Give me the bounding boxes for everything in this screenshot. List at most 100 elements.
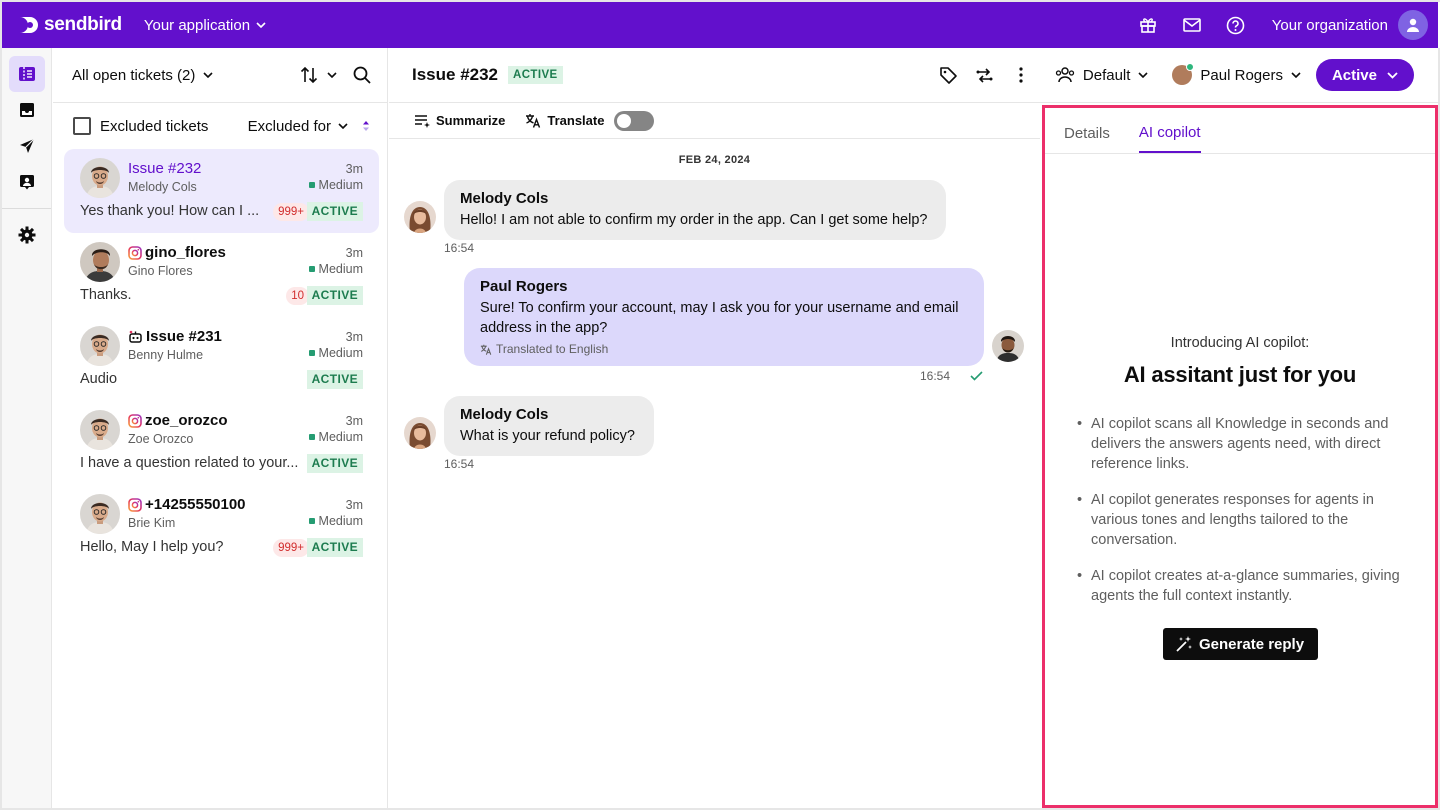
- ticket-title-text: Issue #231: [146, 328, 222, 345]
- ticket-last-message: I have a question related to your...: [80, 455, 299, 471]
- feature-text: AI copilot generates responses for agent…: [1091, 492, 1374, 548]
- tab-details[interactable]: Details: [1064, 125, 1110, 153]
- gift-icon[interactable]: [1126, 2, 1170, 48]
- team-group-dropdown[interactable]: Default: [1055, 66, 1149, 84]
- translation-label: Translated to English: [496, 342, 609, 356]
- message-text: Hello! I am not able to confirm my order…: [460, 212, 928, 228]
- feature-item: • AI copilot scans all Knowledge in secon…: [1077, 414, 1407, 474]
- ticket-filter-label: All open tickets (2): [72, 66, 196, 84]
- feature-item: • AI copilot creates at-a-glance summarie…: [1077, 566, 1407, 606]
- ticket-item[interactable]: Issue #231 Benny Hulme 3m Medium Audio A…: [64, 317, 379, 401]
- panel-tabs: Details AI copilot: [1045, 108, 1435, 154]
- conversation-panel: Issue #232 ACTIVE Default Paul Rogers Ac…: [389, 48, 1438, 808]
- instagram-icon: [128, 245, 142, 260]
- ticket-status-button[interactable]: Active: [1315, 59, 1414, 91]
- status-badge: ACTIVE: [508, 66, 563, 84]
- sort-button[interactable]: [300, 66, 337, 84]
- ticket-item[interactable]: Issue #232 Melody Cols 3m Medium Yes tha…: [64, 149, 379, 233]
- status-badge: ACTIVE: [306, 538, 363, 557]
- message-sender: Paul Rogers: [480, 278, 968, 295]
- ticket-item[interactable]: +14255550100 Brie Kim 3m Medium Hello, M…: [64, 485, 379, 569]
- delivered-check-icon: [970, 371, 983, 381]
- avatar: [80, 494, 120, 534]
- ticket-last-message: Thanks.: [80, 287, 132, 303]
- ticket-title-text: zoe_orozco: [145, 412, 228, 429]
- intro-kicker: Introducing AI copilot:: [1170, 335, 1310, 351]
- team-icon: [1055, 66, 1075, 84]
- translate-icon: [480, 344, 492, 355]
- ticket-filter-dropdown[interactable]: All open tickets (2): [72, 67, 213, 84]
- tab-ai-copilot[interactable]: AI copilot: [1138, 124, 1201, 153]
- message-time: 16:54: [444, 457, 475, 471]
- date-separator: FEB 24, 2024: [678, 154, 751, 166]
- conversation-toolbar: Summarize Translate: [389, 103, 1040, 139]
- inbox-icon[interactable]: [9, 92, 45, 128]
- status-badge: ACTIVE: [306, 202, 363, 221]
- priority-dot: [308, 182, 315, 188]
- feature-list: • AI copilot scans all Knowledge in secon…: [1077, 414, 1407, 622]
- chevron-down-icon: [1138, 72, 1148, 78]
- top-bar: sendbird Your application Your organizat…: [2, 2, 1438, 48]
- avatar: [404, 417, 436, 449]
- send-icon[interactable]: [9, 128, 45, 164]
- ticket-priority-label: Medium: [318, 346, 363, 360]
- priority-dot: [308, 518, 315, 524]
- generate-reply-button[interactable]: Generate reply: [1163, 628, 1319, 660]
- ticket-list-tools: [300, 66, 371, 84]
- translate-button[interactable]: Translate: [525, 113, 604, 128]
- ai-copilot-panel: Details AI copilot Introducing AI copilo…: [1042, 105, 1438, 808]
- excluded-tickets-checkbox[interactable]: [73, 117, 91, 135]
- translate-toggle[interactable]: [614, 110, 655, 131]
- search-icon[interactable]: [353, 66, 371, 84]
- tickets-icon[interactable]: [9, 56, 45, 92]
- ticket-item[interactable]: zoe_orozco Zoe Orozco 3m Medium I have a…: [64, 401, 379, 485]
- contact-icon[interactable]: [9, 164, 45, 200]
- ticket-time: 3m: [345, 246, 363, 260]
- tag-icon[interactable]: [931, 57, 967, 93]
- assignee-dropdown[interactable]: Paul Rogers: [1172, 63, 1301, 85]
- message-sender: Melody Cols: [460, 406, 638, 423]
- ticket-priority-label: Medium: [318, 262, 363, 276]
- translate-icon: [526, 114, 541, 128]
- ticket-title: gino_flores: [128, 244, 226, 261]
- ticket-priority: Medium: [308, 514, 363, 528]
- summarize-button[interactable]: Summarize: [414, 113, 505, 128]
- ticket-priority: Medium: [308, 262, 363, 276]
- user-avatar[interactable]: [1398, 10, 1428, 40]
- sort-order-icon: [363, 121, 369, 131]
- ticket-time: 3m: [345, 414, 363, 428]
- excluded-for-dropdown[interactable]: Excluded for: [248, 118, 370, 135]
- feature-text: AI copilot creates at-a-glance summaries…: [1091, 568, 1400, 604]
- application-selector-label: Your application: [143, 16, 251, 34]
- mail-icon[interactable]: [1170, 2, 1214, 48]
- instagram-icon: [128, 413, 142, 428]
- ticket-title: Issue #231: [128, 328, 222, 345]
- ticket-customer-name: Gino Flores: [128, 264, 193, 278]
- transfer-icon[interactable]: [967, 57, 1003, 93]
- top-bar-actions: Your organization: [1126, 2, 1438, 48]
- message-sender-name: Paul Rogers: [480, 278, 568, 295]
- avatar: [80, 410, 120, 450]
- avatar: [80, 242, 120, 282]
- avatar: [404, 201, 436, 233]
- status-badge: ACTIVE: [306, 286, 363, 305]
- avatar: [992, 330, 1024, 362]
- avatar: [80, 158, 120, 198]
- message-bubble: Melody Cols Hello! I am not able to conf…: [444, 180, 946, 240]
- help-icon[interactable]: [1214, 2, 1258, 48]
- ticket-list-header: All open tickets (2): [53, 48, 387, 103]
- sendbird-logo[interactable]: sendbird: [18, 14, 122, 36]
- sendbird-logo-icon: [20, 17, 38, 33]
- more-options-icon[interactable]: [1003, 57, 1039, 93]
- priority-dot: [308, 434, 315, 440]
- ticket-item[interactable]: gino_flores Gino Flores 3m Medium Thanks…: [64, 233, 379, 317]
- application-selector[interactable]: Your application: [144, 17, 266, 34]
- ticket-last-message: Yes thank you! How can I ...: [80, 203, 260, 219]
- excluded-tickets-label: Excluded tickets: [100, 117, 209, 135]
- settings-icon[interactable]: [9, 217, 45, 253]
- ticket-time: 3m: [345, 162, 363, 176]
- avatar: [80, 326, 120, 366]
- organization-name[interactable]: Your organization: [1272, 17, 1388, 34]
- ticket-time: 3m: [345, 498, 363, 512]
- chevron-down-icon: [203, 72, 213, 78]
